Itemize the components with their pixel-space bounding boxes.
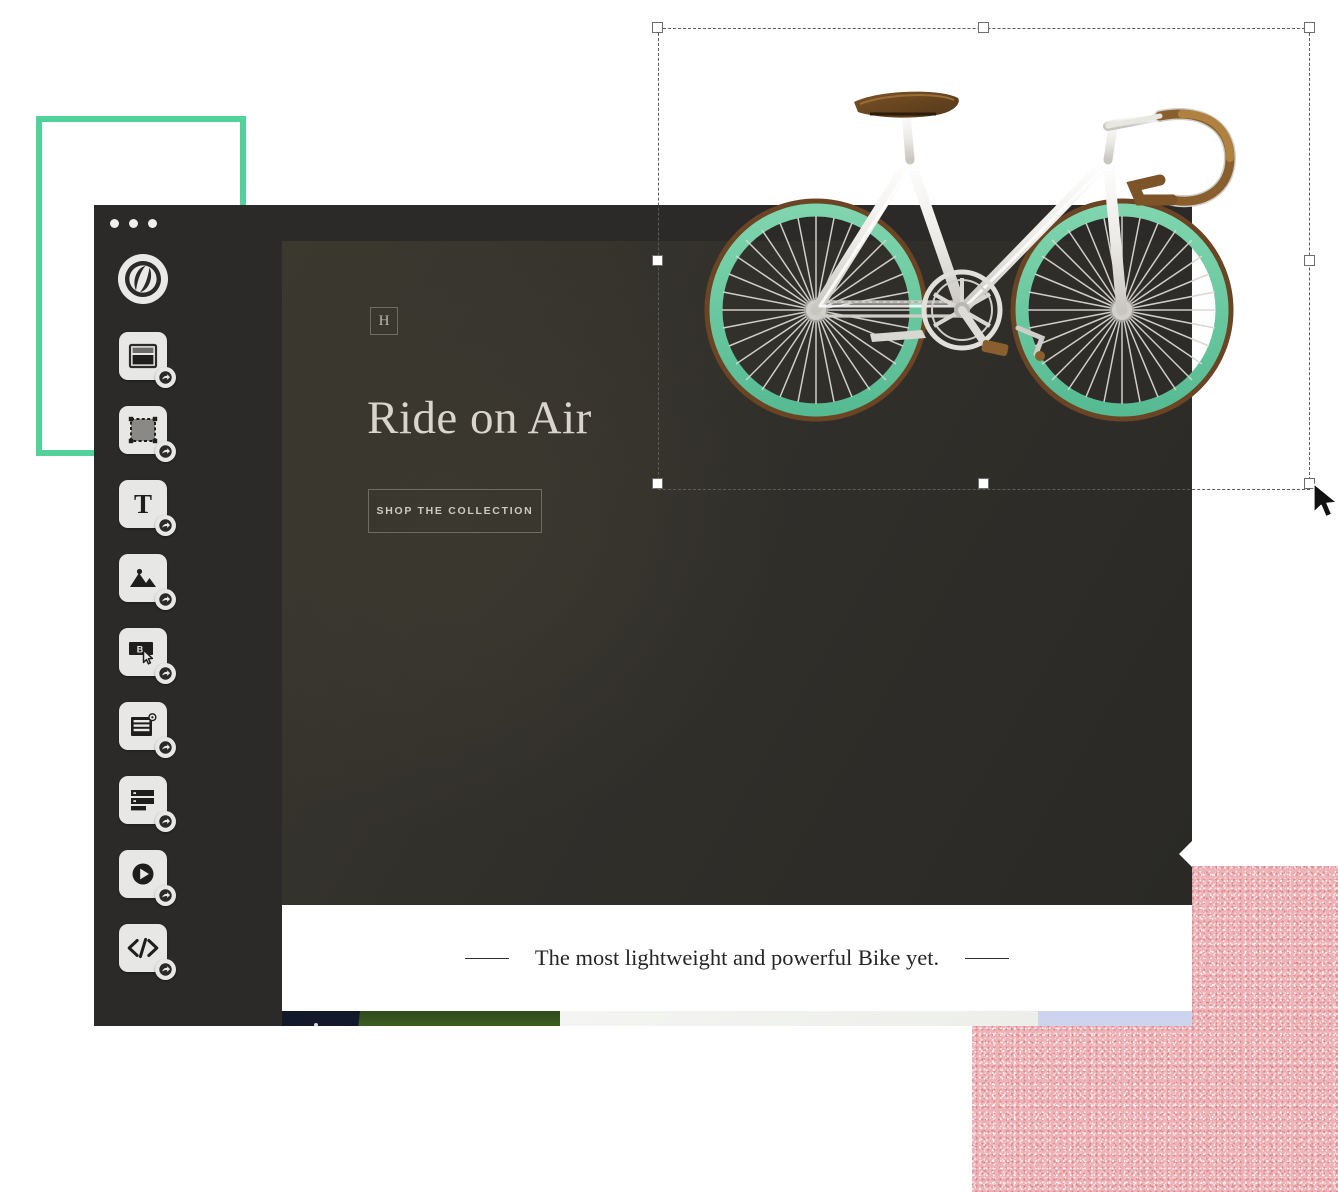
curved-arrow-icon[interactable]: [155, 589, 176, 610]
thumb-black-fixie-bike[interactable]: [560, 1011, 1038, 1026]
sidebar-item-video[interactable]: [119, 850, 176, 906]
shop-the-collection-button[interactable]: SHOP THE COLLECTION: [368, 489, 542, 533]
hero-heading: Ride on Air: [367, 392, 592, 444]
svg-text:T: T: [134, 489, 152, 519]
curved-arrow-icon[interactable]: [155, 737, 176, 758]
resize-handle-top-middle[interactable]: [978, 22, 989, 33]
leaf-circle-logo[interactable]: [116, 252, 170, 306]
screenshot-stage: T B H Ride on Air SHOP THE COLLECTION Th…: [0, 0, 1338, 1192]
tagline-band: The most lightweight and powerful Bike y…: [282, 905, 1192, 1011]
sidebar-item-button[interactable]: B: [119, 628, 176, 684]
arrow-cursor: [1313, 483, 1338, 519]
minimize-dot[interactable]: [129, 219, 138, 228]
curved-arrow-icon[interactable]: [155, 367, 176, 388]
resize-handle-bottom-middle[interactable]: [978, 478, 989, 489]
curved-arrow-icon[interactable]: [155, 441, 176, 462]
sidebar-item-text[interactable]: T: [119, 480, 176, 536]
window-controls: [110, 219, 157, 228]
close-dot[interactable]: [110, 219, 119, 228]
curved-arrow-icon[interactable]: [155, 811, 176, 832]
chevron-left-icon[interactable]: [1179, 841, 1192, 867]
svg-text:B: B: [137, 645, 144, 655]
curved-arrow-icon[interactable]: [155, 515, 176, 536]
resize-handle-middle-right[interactable]: [1304, 255, 1315, 266]
page-title: H: [370, 307, 398, 335]
resize-handle-top-left[interactable]: [652, 22, 663, 33]
resize-handle-bottom-left[interactable]: [652, 478, 663, 489]
resize-handle-top-right[interactable]: [1304, 22, 1315, 33]
maximize-dot[interactable]: [148, 219, 157, 228]
rule-right: [965, 957, 1010, 959]
tagline-text: The most lightweight and powerful Bike y…: [534, 945, 940, 970]
tool-sidebar: T B: [94, 241, 192, 1026]
curved-arrow-icon[interactable]: [155, 959, 176, 980]
sidebar-item-content[interactable]: [119, 702, 176, 758]
sidebar-item-image[interactable]: [119, 554, 176, 610]
thumb-woman-cruiser-bike[interactable]: [282, 1011, 560, 1026]
selection-handles: [652, 22, 1315, 490]
thumb-man-beach-bike[interactable]: [1038, 1011, 1192, 1026]
thumbnail-row: [282, 1011, 1192, 1026]
rule-left: [464, 957, 509, 959]
sidebar-item-section[interactable]: [119, 332, 176, 388]
sidebar-item-form[interactable]: [119, 776, 176, 832]
sidebar-item-container[interactable]: [119, 406, 176, 462]
resize-handle-middle-left[interactable]: [652, 255, 663, 266]
curved-arrow-icon[interactable]: [155, 663, 176, 684]
curved-arrow-icon[interactable]: [155, 885, 176, 906]
sidebar-item-code[interactable]: [119, 924, 176, 980]
